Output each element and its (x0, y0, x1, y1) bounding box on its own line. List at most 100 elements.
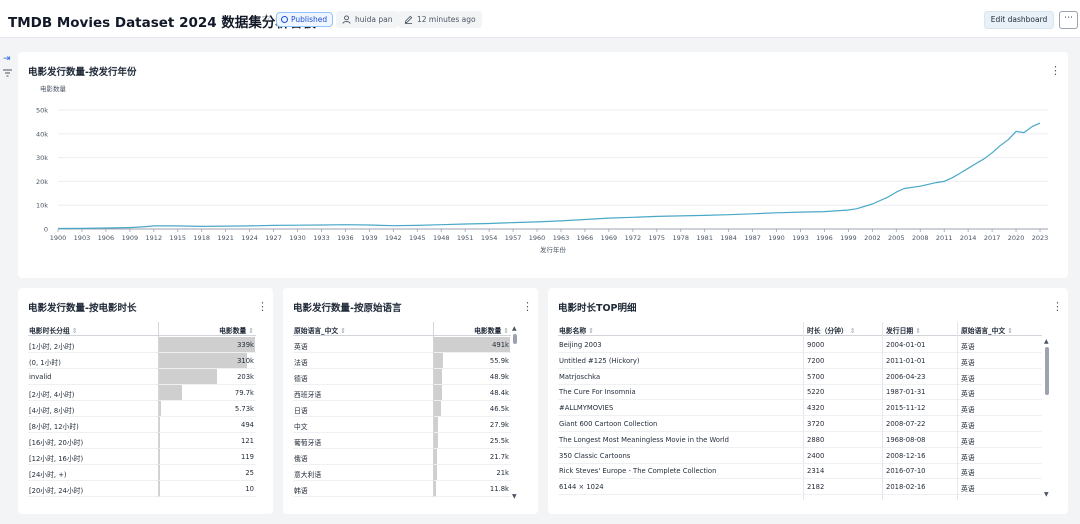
y-tick-label: 30k (36, 154, 48, 162)
more-options-button[interactable]: ⋯ (1059, 11, 1078, 29)
column-header-label: 时长（分钟） (807, 327, 848, 335)
card-menu-icon[interactable]: ⋮ (522, 301, 533, 312)
row-label: [24小时, +) (29, 471, 67, 479)
table-row[interactable]: The Cure For Insomnia 5220 1987-01-31 英语 (558, 384, 1042, 401)
table-row[interactable]: [2小时, 4小时) 79.7k (28, 385, 256, 401)
column-divider (803, 322, 804, 500)
value-bar (159, 449, 160, 464)
table-row[interactable]: 英语 491k (293, 337, 511, 353)
value-bar (434, 417, 439, 432)
column-header[interactable]: 原始语言_中文 ⇕ (961, 325, 1013, 335)
row-label: (0, 1小时) (29, 359, 61, 367)
x-tick-label: 2011 (936, 234, 953, 242)
author-name: huida pan (355, 15, 393, 24)
value-bar (159, 481, 160, 496)
table-row[interactable]: 意大利语 21k (293, 465, 511, 481)
expand-panel-icon[interactable]: ⇥ (3, 54, 11, 64)
table-row[interactable]: [1小时, 2小时) 339k (28, 337, 256, 353)
scroll-up-icon[interactable]: ▲ (512, 325, 517, 332)
table-row[interactable]: 350 Classic Cartoons 2400 2008-12-16 英语 (558, 448, 1042, 464)
column-header[interactable]: 电影时长分组 ⇕ (29, 325, 77, 335)
sort-icon[interactable]: ⇕ (340, 327, 346, 335)
column-header[interactable]: 电影数量 ⇕ (219, 325, 254, 335)
filter-icon[interactable] (3, 69, 12, 80)
column-header[interactable]: 时长（分钟） ⇕ (807, 325, 855, 335)
table-row[interactable]: (0, 1小时) 310k (28, 353, 256, 369)
scroll-down-icon[interactable]: ▼ (512, 493, 517, 500)
series-line (57, 122, 1041, 230)
edit-dashboard-button[interactable]: Edit dashboard (984, 11, 1054, 29)
sort-icon[interactable]: ⇕ (588, 327, 594, 335)
value-bar (434, 481, 436, 496)
table-row[interactable]: 中文 27.9k (293, 417, 511, 433)
table-row[interactable]: [8小时, 12小时) 494 (28, 417, 256, 433)
published-badge[interactable]: Published (276, 12, 334, 27)
card-menu-icon[interactable]: ⋮ (257, 301, 268, 312)
table-row[interactable]: The Longest Most Meaningless Movie in th… (558, 432, 1042, 448)
table-row[interactable]: 俄语 21.7k (293, 449, 511, 465)
table-row[interactable]: [4小时, 8小时) 5.73k (28, 401, 256, 417)
sort-icon[interactable]: ⇕ (248, 327, 254, 335)
table-row[interactable]: 日语 46.5k (293, 401, 511, 417)
x-tick-label: 1969 (601, 234, 618, 242)
sort-icon[interactable]: ⇕ (72, 327, 78, 335)
x-tick-label: 1981 (696, 234, 713, 242)
table-row[interactable]: 葡萄牙语 25.5k (293, 433, 511, 449)
value-bar (434, 465, 438, 480)
scroll-up-icon[interactable]: ▲ (1044, 338, 1049, 345)
scrollbar-thumb[interactable] (513, 334, 517, 344)
release-date: 2016-07-10 (886, 467, 926, 476)
duration-minutes: 5220 (807, 388, 825, 397)
y-tick-label: 50k (36, 107, 48, 115)
sort-icon[interactable]: ⇕ (503, 327, 509, 335)
movie-title: Untitled #125 (Hickory) (559, 356, 640, 365)
table-row[interactable]: Rick Steves' Europe - The Complete Colle… (558, 463, 1042, 480)
table-row[interactable]: 6144 × 1024 2182 2018-02-16 英语 (558, 479, 1042, 496)
table-row[interactable]: #ALLMYMOVIES 4320 2015-11-12 英语 (558, 400, 1042, 417)
favorite-star-icon[interactable]: ☆ (261, 11, 272, 25)
table-row[interactable]: 韩语 11.8k (293, 481, 511, 497)
table-row[interactable]: Matrjoschka 5700 2006-04-23 英语 (558, 369, 1042, 385)
movie-title: Matrjoschka (559, 372, 601, 381)
column-header[interactable]: 发行日期 ⇕ (886, 325, 921, 335)
table-row[interactable]: 法语 55.9k (293, 353, 511, 369)
movie-title: Giant 600 Cartoon Collection (559, 420, 658, 428)
value-bar (434, 449, 438, 464)
movie-title: #ALLMYMOVIES (559, 404, 614, 413)
x-tick-label: 1915 (169, 234, 186, 242)
release-date: 1968-08-08 (886, 435, 926, 444)
table-row[interactable]: [24小时, +) 25 (28, 465, 256, 481)
top-duration-table: 电影名称 ⇕ 时长（分钟） ⇕ 发行日期 ⇕ 原始语言_中文 ⇕ Beijing 2003 900… (558, 322, 1062, 500)
table-row[interactable]: Untitled #125 (Hickory) 7200 2011-01-01 英语 (558, 353, 1042, 369)
sort-icon[interactable]: ⇕ (915, 327, 921, 335)
sort-icon[interactable]: ⇕ (1007, 327, 1013, 335)
scroll-down-icon[interactable]: ▼ (1044, 491, 1049, 498)
table-row[interactable]: [20小时, 24小时) 10 (28, 481, 256, 497)
table-row[interactable]: 西班牙语 48.4k (293, 385, 511, 401)
table-row[interactable]: Giant 600 Cartoon Collection 3720 2008-07-… (558, 416, 1042, 432)
column-header[interactable]: 电影名称 ⇕ (559, 325, 594, 335)
row-label: [20小时, 24小时) (29, 487, 84, 495)
release-date: 1987-01-31 (886, 388, 926, 397)
table-row[interactable]: Beijing 2003 9000 2004-01-01 英语 (558, 337, 1042, 353)
sort-icon[interactable]: ⇕ (850, 327, 856, 335)
x-tick-label: 1993 (792, 234, 809, 242)
scrollbar-thumb[interactable] (1045, 347, 1049, 395)
duration-minutes: 2182 (807, 483, 825, 492)
column-header[interactable]: 电影数量 ⇕ (474, 325, 509, 335)
table-row[interactable]: 德语 48.9k (293, 369, 511, 385)
table-row[interactable]: [12小时, 16小时) 119 (28, 449, 256, 465)
duration-minutes: 2880 (807, 435, 825, 444)
x-tick-label: 1954 (481, 234, 498, 242)
table-row[interactable]: invalid 203k (28, 369, 256, 385)
column-header[interactable]: 原始语言_中文 ⇕ (294, 325, 346, 335)
card-menu-icon[interactable]: ⋮ (1052, 301, 1063, 312)
row-count: 10 (245, 485, 254, 493)
row-count: 27.9k (489, 421, 509, 429)
row-count: 21k (496, 469, 509, 477)
row-label: 西班牙语 (294, 391, 322, 399)
duration-minutes: 5700 (807, 372, 825, 381)
column-divider (882, 322, 883, 500)
table-row[interactable]: [16小时, 20小时) 121 (28, 433, 256, 449)
value-bar (159, 401, 161, 416)
